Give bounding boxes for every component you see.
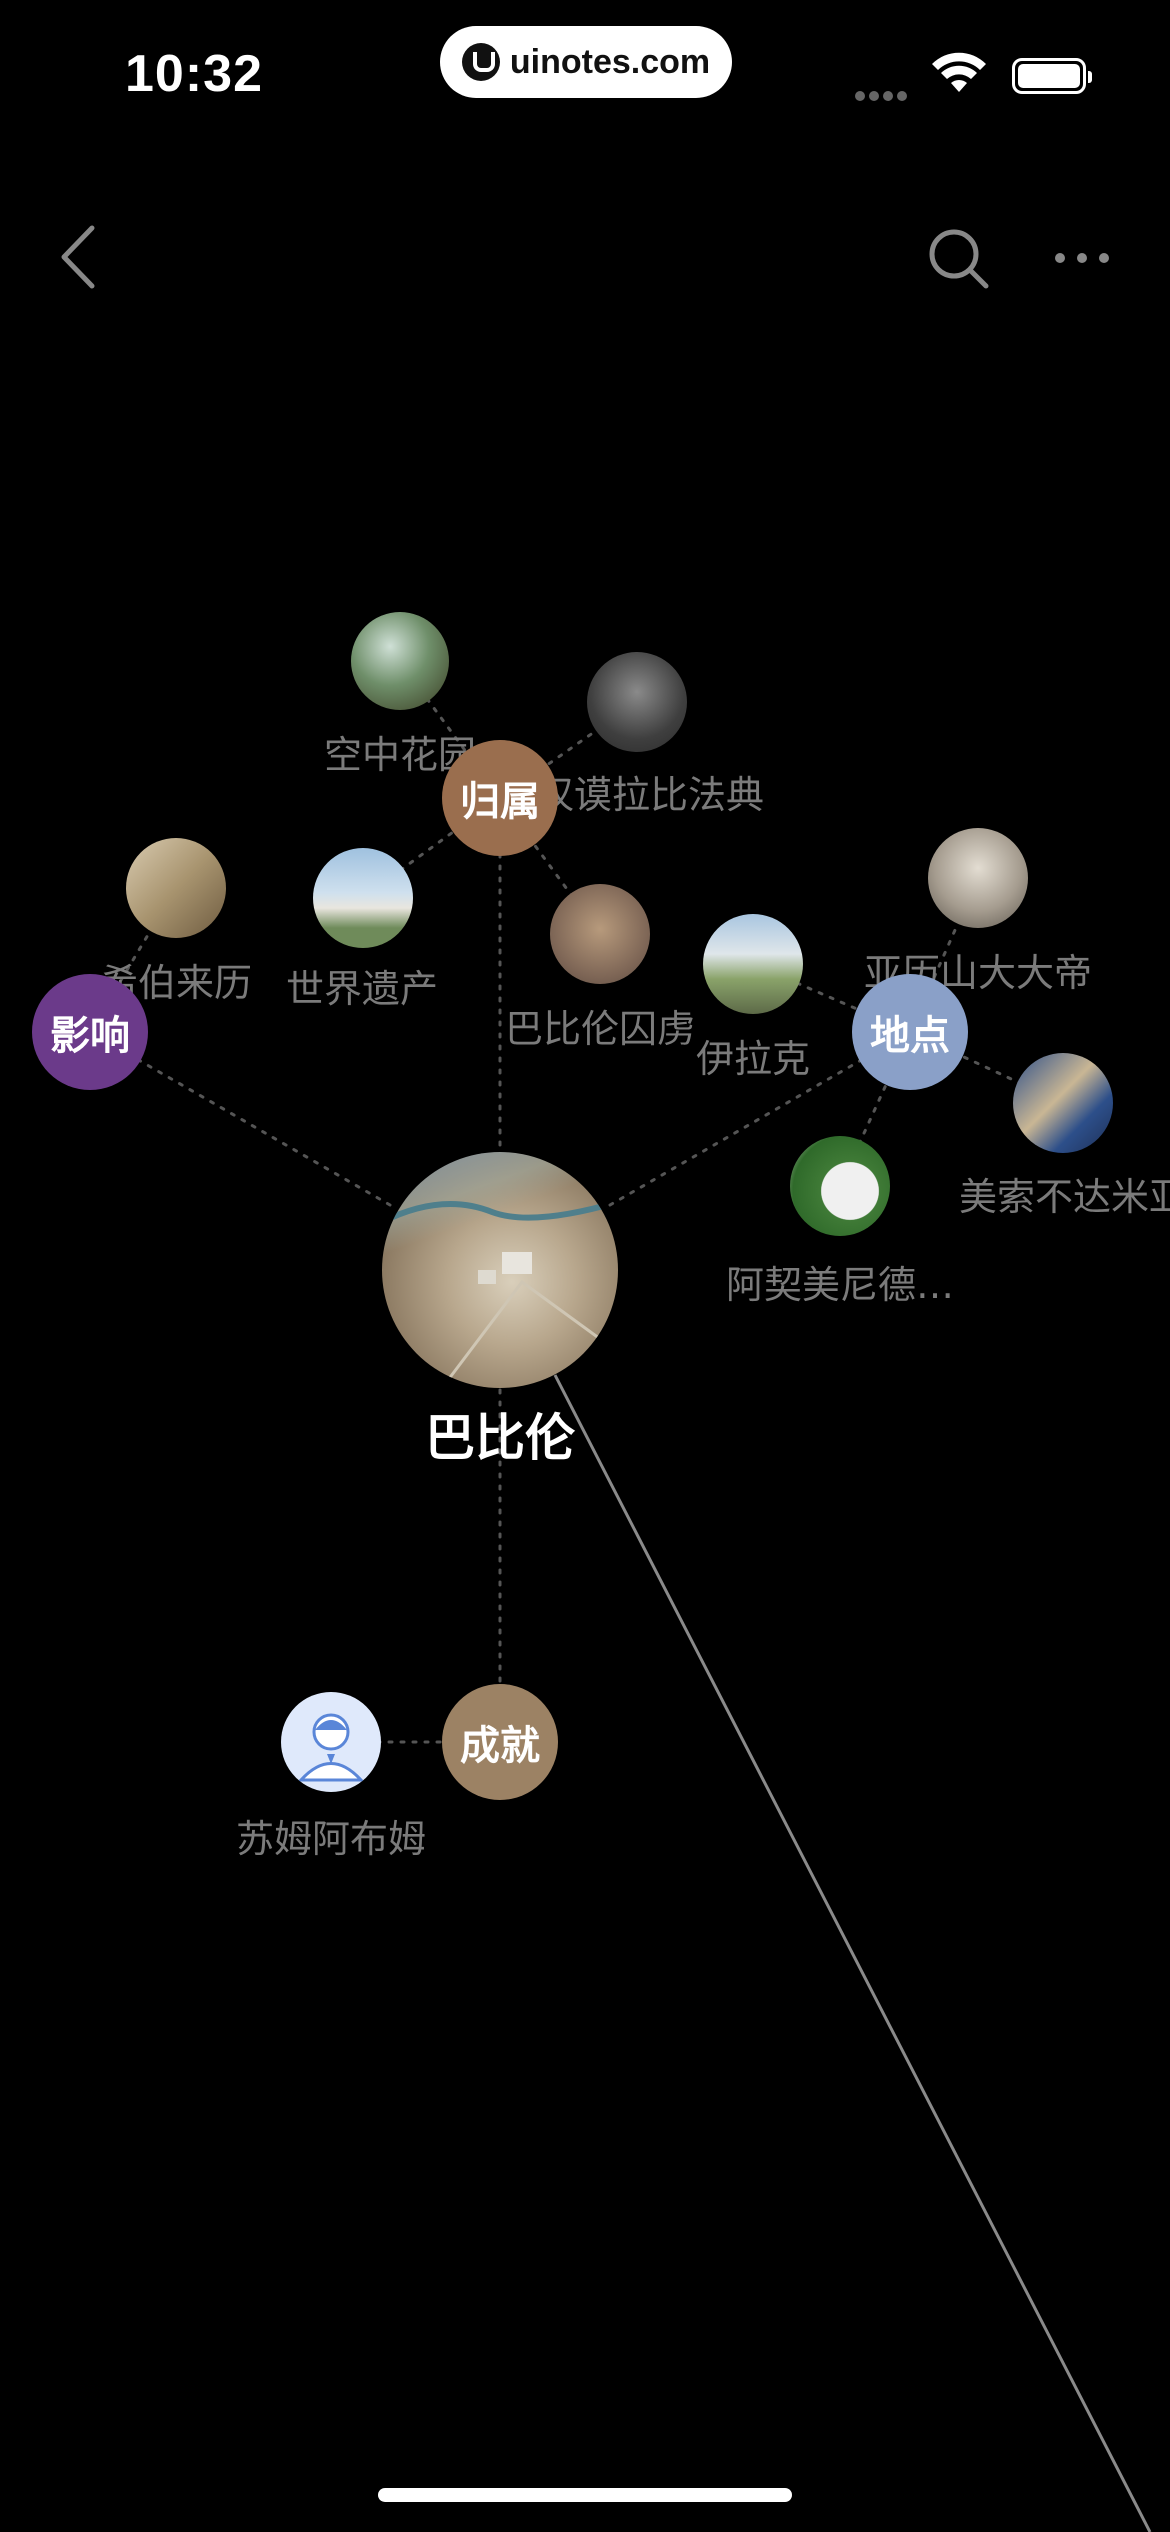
home-indicator	[378, 2488, 792, 2502]
thumbnail-mesopotamia[interactable]	[1013, 1053, 1113, 1153]
center-node-babylon[interactable]	[382, 1152, 618, 1388]
thumbnail-code-of-hammurabi[interactable]	[587, 652, 687, 752]
thumbnail-achaemenid[interactable]	[790, 1136, 890, 1236]
thumbnail-hebrew-calendar[interactable]	[126, 838, 226, 938]
category-node-influence[interactable]: 影响	[32, 974, 148, 1090]
label-achaemenid: 阿契美尼德…	[725, 1263, 955, 1307]
thumbnail-hanging-gardens[interactable]	[351, 612, 449, 710]
person-icon	[297, 1713, 365, 1782]
label-mesopotamia: 美索不达米亚	[958, 1175, 1170, 1219]
thumbnail-babylonian-captivity[interactable]	[550, 884, 650, 984]
category-node-belong[interactable]: 归属	[442, 740, 558, 856]
label-sumu-abum: 苏姆阿布姆	[235, 1817, 427, 1861]
category-node-location[interactable]: 地点	[852, 974, 968, 1090]
thumbnail-alexander-the-great[interactable]	[928, 828, 1028, 928]
label-code-of-hammurabi: 汉谟拉比法典	[535, 773, 765, 817]
center-label-babylon: 巴比伦	[425, 1409, 575, 1467]
label-babylonian-captivity: 巴比伦囚虏	[504, 1007, 696, 1051]
thumbnail-iraq[interactable]	[703, 914, 803, 1014]
aerial-photo	[382, 1199, 618, 1388]
label-world-heritage: 世界遗产	[285, 967, 439, 1011]
label-iraq: 伊拉克	[695, 1037, 811, 1081]
category-node-achievement[interactable]: 成就	[442, 1684, 558, 1800]
thumbnail-world-heritage[interactable]	[313, 848, 413, 948]
avatar-sumu-abum[interactable]	[281, 1692, 381, 1792]
